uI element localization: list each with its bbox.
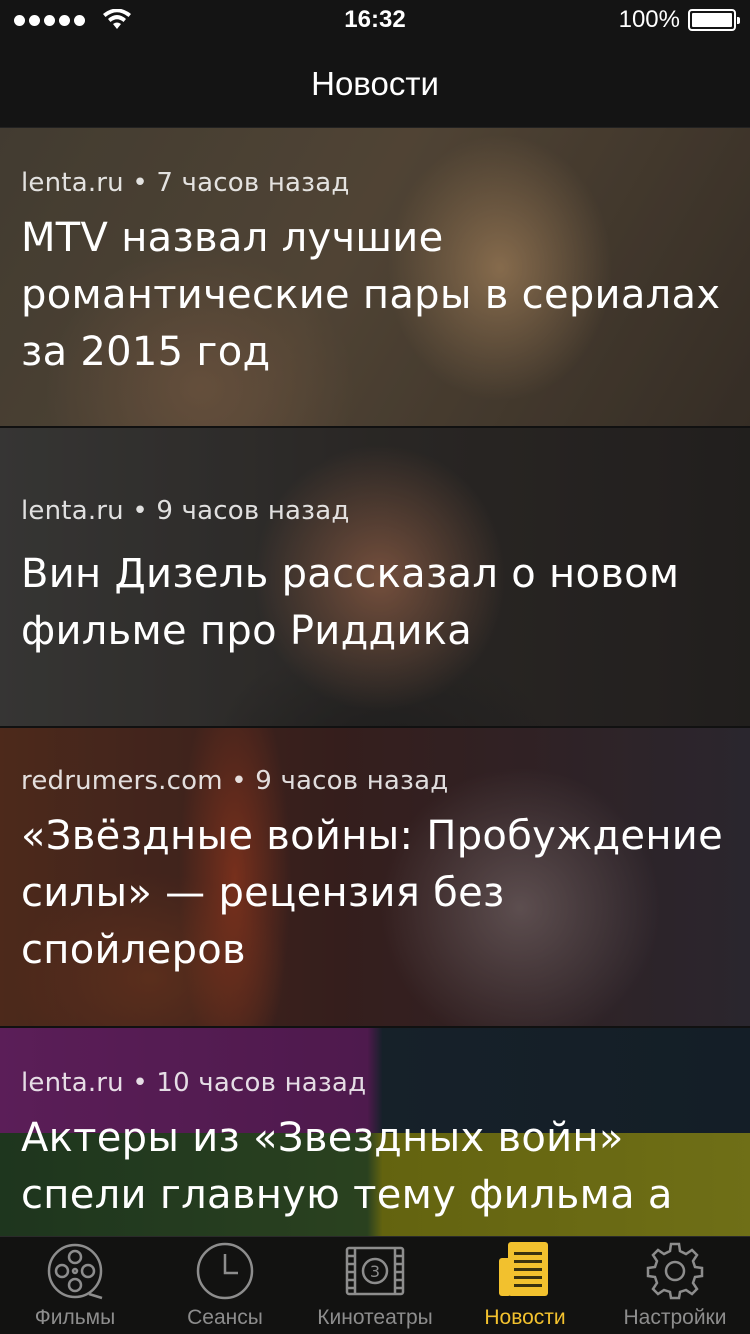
wifi-icon	[103, 9, 131, 29]
gear-icon	[644, 1240, 706, 1302]
battery-percent: 100%	[618, 6, 680, 33]
page-title: Новости	[311, 64, 439, 102]
news-card[interactable]: lenta.ru • 9 часов назад Вин Дизель расс…	[0, 428, 750, 728]
meta-separator: •	[231, 766, 247, 796]
news-time: 7 часов назад	[156, 168, 350, 198]
tab-news[interactable]: Новости	[450, 1237, 600, 1334]
tab-bar: Фильмы Сеансы 3 Кинотеатры Новости Настр…	[0, 1236, 750, 1334]
tab-label: Настройки	[623, 1306, 727, 1329]
news-meta: lenta.ru • 10 часов назад	[21, 1068, 730, 1098]
news-time: 9 часов назад	[156, 496, 350, 526]
news-card[interactable]: lenta.ru • 10 часов назад Актеры из «Зве…	[0, 1028, 750, 1236]
news-meta: lenta.ru • 9 часов назад	[21, 496, 730, 526]
battery-icon	[688, 9, 740, 31]
tab-label: Фильмы	[34, 1306, 116, 1329]
news-meta: redrumers.com • 9 часов назад	[21, 766, 730, 796]
tab-sessions[interactable]: Сеансы	[150, 1237, 300, 1334]
news-source: redrumers.com	[21, 766, 223, 796]
status-bar: 16:32 100%	[0, 0, 750, 40]
signal-strength-icon	[14, 14, 85, 26]
tab-settings[interactable]: Настройки	[600, 1237, 750, 1334]
tab-label: Новости	[484, 1306, 566, 1329]
news-source: lenta.ru	[21, 496, 124, 526]
tab-films[interactable]: Фильмы	[0, 1237, 150, 1334]
meta-separator: •	[132, 168, 148, 198]
news-card[interactable]: lenta.ru • 7 часов назад MTV назвал лучш…	[0, 128, 750, 428]
news-card[interactable]: redrumers.com • 9 часов назад «Звёздные …	[0, 728, 750, 1028]
news-meta: lenta.ru • 7 часов назад	[21, 168, 730, 198]
navigation-bar: Новости	[0, 40, 750, 128]
svg-text:3: 3	[370, 1262, 380, 1281]
tab-label: Сеансы	[187, 1306, 263, 1329]
film-reel-icon	[44, 1240, 106, 1302]
news-feed[interactable]: lenta.ru • 7 часов назад MTV назвал лучш…	[0, 128, 750, 1236]
news-title: Актеры из «Звездных войн» спели главную …	[21, 1115, 673, 1218]
newspaper-icon	[494, 1240, 556, 1302]
clock-icon	[194, 1240, 256, 1302]
news-source: lenta.ru	[21, 168, 124, 198]
news-source: lenta.ru	[21, 1068, 124, 1098]
news-time: 10 часов назад	[156, 1068, 367, 1098]
meta-separator: •	[132, 496, 148, 526]
news-title: Вин Дизель рассказал о новом фильме про …	[21, 551, 680, 654]
tab-cinemas[interactable]: 3 Кинотеатры	[300, 1237, 450, 1334]
cinema-icon: 3	[344, 1240, 406, 1302]
news-time: 9 часов назад	[255, 766, 449, 796]
news-title: «Звёздные войны: Пробуждение силы» — рец…	[21, 813, 723, 973]
tab-label: Кинотеатры	[317, 1306, 433, 1329]
news-title: MTV назвал лучшие романтические пары в с…	[21, 215, 721, 375]
meta-separator: •	[132, 1068, 148, 1098]
